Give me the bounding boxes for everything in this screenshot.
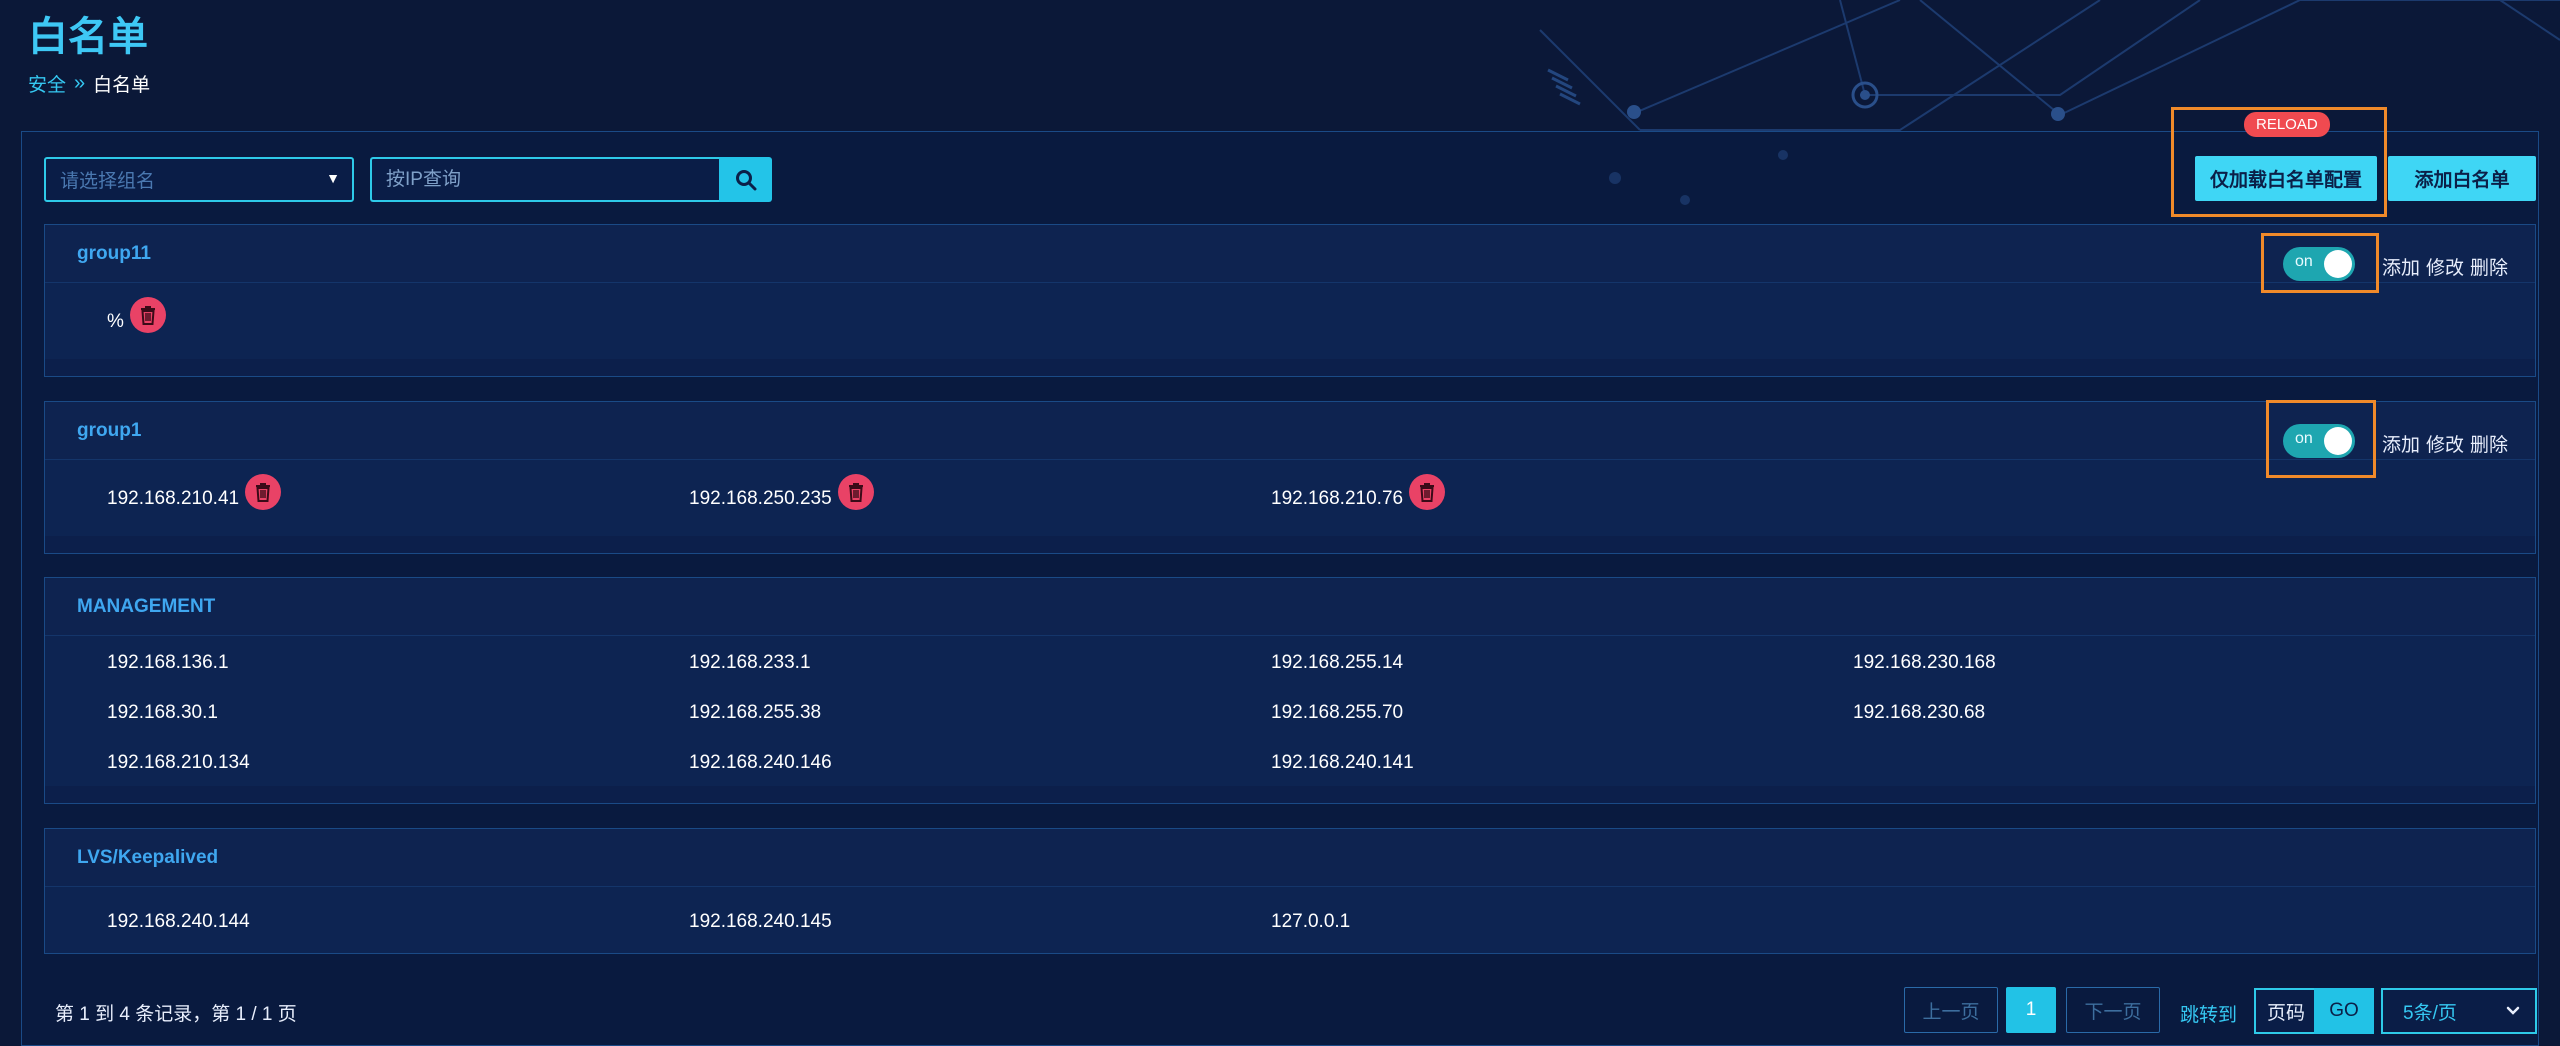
chevron-down-icon — [2506, 1006, 2520, 1015]
group1-enable-toggle[interactable]: on — [2283, 424, 2355, 458]
delete-ip-button[interactable] — [129, 297, 166, 333]
ip-address: 192.168.30.1 — [107, 702, 218, 723]
breadcrumb: 安全 » 白名单 — [28, 70, 150, 97]
group-ip-list: 192.168.210.41 192.168.250.235 192.168.2… — [45, 460, 2535, 536]
toggle-state-label: on — [2295, 253, 2313, 270]
ip-address: 192.168.230.68 — [1853, 702, 1986, 723]
trash-icon — [848, 483, 863, 502]
ip-address: 192.168.210.76 — [1271, 488, 1404, 509]
group-card-group11: group11 % — [44, 224, 2536, 377]
ip-address: 192.168.230.168 — [1853, 652, 1996, 673]
ip-address: 192.168.240.141 — [1271, 752, 1414, 773]
ip-address: 192.168.210.41 — [107, 488, 240, 509]
group1-actions: 添加 修改 删除 — [2382, 430, 2508, 457]
trash-icon — [140, 306, 155, 325]
toggle-knob — [2324, 250, 2352, 278]
group-name: MANAGEMENT — [77, 596, 216, 617]
page-size-select[interactable]: 5条/页 — [2381, 988, 2537, 1034]
delete-ip-button[interactable] — [1409, 474, 1446, 510]
toggle-knob — [2324, 427, 2352, 455]
group-card-lvs-keepalived: LVS/Keepalived 192.168.240.144 192.168.2… — [44, 828, 2536, 954]
page-1-button[interactable]: 1 — [2006, 987, 2056, 1033]
group-header: LVS/Keepalived — [45, 829, 2535, 887]
ip-entry: 192.168.210.41 — [107, 474, 282, 510]
delete-ip-button[interactable] — [245, 474, 282, 510]
page-title: 白名单 — [28, 15, 148, 59]
group-name: LVS/Keepalived — [77, 847, 219, 868]
reload-badge: RELOAD — [2244, 112, 2330, 137]
delete-group-link[interactable]: 删除 — [2470, 430, 2508, 457]
next-page-button[interactable]: 下一页 — [2066, 987, 2160, 1033]
group-card-management: MANAGEMENT 192.168.136.1 192.168.233.1 1… — [44, 577, 2536, 804]
ip-search-input[interactable] — [370, 157, 720, 202]
group-select[interactable]: 请选择组名 ▼ — [44, 157, 354, 202]
page-size-value: 5条/页 — [2403, 1002, 2457, 1024]
group-name: group11 — [77, 243, 151, 264]
ip-address: 192.168.255.14 — [1271, 652, 1404, 673]
search-button[interactable] — [719, 157, 772, 202]
ip-address: 192.168.240.144 — [107, 911, 250, 932]
caret-down-icon: ▼ — [326, 170, 340, 186]
group-ip-list: 192.168.240.144 192.168.240.145 127.0.0.… — [45, 887, 2535, 953]
trash-icon — [256, 483, 271, 502]
ip-address: 192.168.240.146 — [689, 752, 832, 773]
trash-icon — [1420, 483, 1435, 502]
group11-actions: 添加 修改 删除 — [2382, 253, 2508, 280]
add-whitelist-button[interactable]: 添加白名单 — [2388, 156, 2536, 201]
prev-page-button[interactable]: 上一页 — [1904, 987, 1998, 1033]
ip-address: 127.0.0.1 — [1271, 911, 1351, 932]
ip-address: 192.168.255.38 — [689, 702, 822, 723]
group-ip-list: % — [45, 283, 2535, 359]
ip-address: 192.168.210.134 — [107, 752, 250, 773]
group-select-placeholder: 请选择组名 — [60, 171, 156, 192]
group-header: group1 — [45, 402, 2535, 460]
ip-entry: 192.168.210.76 — [1271, 474, 1446, 510]
ip-address: 192.168.233.1 — [689, 652, 811, 673]
edit-group-link[interactable]: 修改 — [2426, 253, 2464, 280]
go-button[interactable]: GO — [2314, 988, 2374, 1034]
ip-entry: % — [107, 297, 166, 333]
record-summary: 第 1 到 4 条记录，第 1 / 1 页 — [55, 1004, 297, 1025]
edit-group-link[interactable]: 修改 — [2426, 430, 2464, 457]
breadcrumb-security-link[interactable]: 安全 — [28, 70, 66, 97]
delete-group-link[interactable]: 删除 — [2470, 253, 2508, 280]
group-header: group11 — [45, 225, 2535, 283]
group-header: MANAGEMENT — [45, 578, 2535, 636]
add-ip-link[interactable]: 添加 — [2382, 253, 2420, 280]
ip-address: % — [107, 311, 124, 332]
delete-ip-button[interactable] — [837, 474, 874, 510]
page-number-input[interactable]: 页码 — [2254, 988, 2316, 1034]
breadcrumb-separator: » — [74, 72, 86, 94]
breadcrumb-current: 白名单 — [93, 75, 151, 96]
ip-address: 192.168.240.145 — [689, 911, 832, 932]
jump-to-label: 跳转到 — [2180, 1005, 2238, 1026]
toggle-state-label: on — [2295, 430, 2313, 447]
ip-address: 192.168.255.70 — [1271, 702, 1404, 723]
group11-enable-toggle[interactable]: on — [2283, 247, 2355, 281]
search-icon — [735, 169, 756, 190]
group-card-group1: group1 192.168.210.41 192.168.250.235 19… — [44, 401, 2536, 554]
ip-entry: 192.168.250.235 — [689, 474, 874, 510]
reload-whitelist-button[interactable]: 仅加载白名单配置 — [2195, 156, 2377, 201]
add-ip-link[interactable]: 添加 — [2382, 430, 2420, 457]
ip-address: 192.168.136.1 — [107, 652, 229, 673]
group-name: group1 — [77, 420, 142, 441]
group-ip-list: 192.168.136.1 192.168.233.1 192.168.255.… — [45, 636, 2535, 786]
ip-address: 192.168.250.235 — [689, 488, 832, 509]
